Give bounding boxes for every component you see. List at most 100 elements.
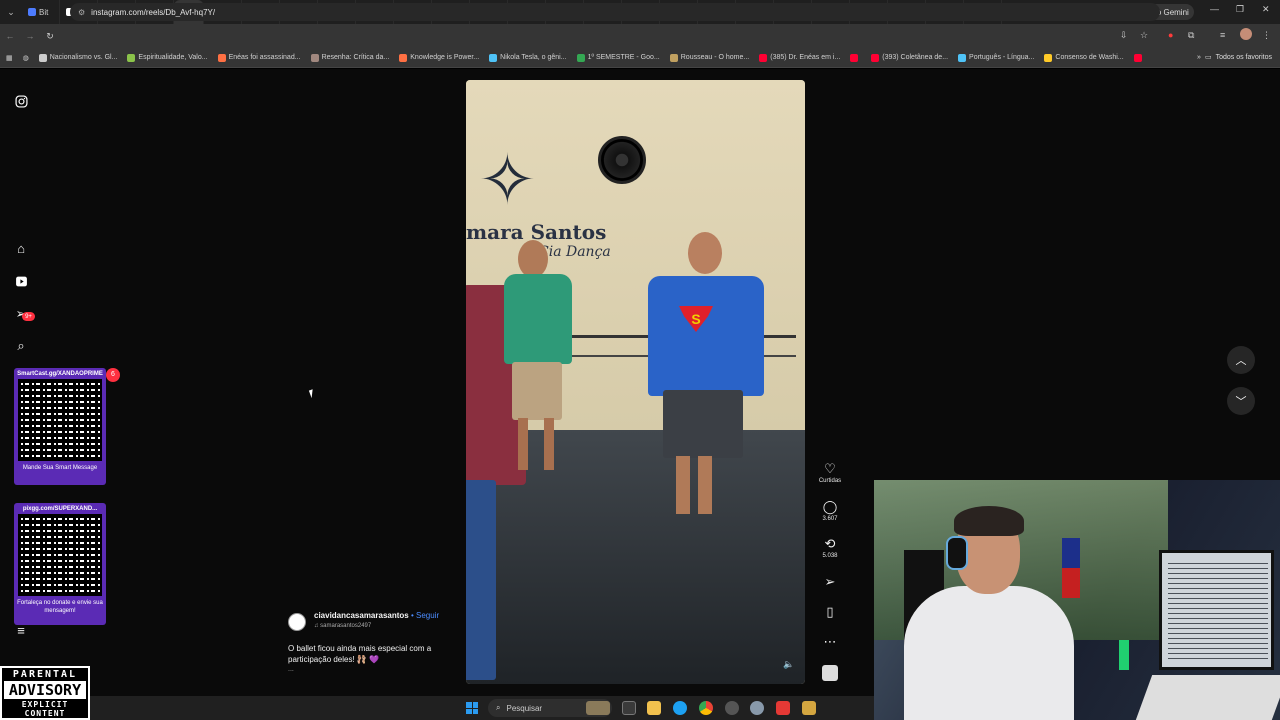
minimize-icon[interactable]: — (1210, 4, 1219, 14)
app-yellow-icon[interactable] (802, 701, 816, 715)
pixgg-qr-overlay: pixgg.com/SUPERXAND... Fortaleça no dona… (14, 503, 106, 625)
parental-advisory-line3: EXPLICIT CONTENT (21, 700, 69, 718)
all-bookmarks-button[interactable]: » ▭ Todos os favoritos (1197, 53, 1272, 62)
obs-icon[interactable] (725, 701, 739, 715)
bookmark-item[interactable]: Espiritualidade, Valo... (127, 53, 208, 62)
profile-avatar[interactable] (1240, 28, 1252, 40)
author-avatar[interactable] (288, 613, 306, 631)
qr1-pill: 6 (106, 368, 120, 382)
comment-icon: ◯ (822, 499, 838, 514)
windows-start-icon[interactable] (466, 702, 478, 714)
person-blue-head (688, 232, 722, 274)
qr-code-image (18, 379, 102, 461)
studio-logo-subtext: Cia Dança (538, 244, 611, 260)
comment-button[interactable]: ◯ 3.607 (812, 499, 848, 523)
url-text: instagram.com/reels/Db_Avf-hq7Y/ (91, 7, 216, 17)
follow-button[interactable]: Seguir (416, 611, 439, 620)
install-app-icon[interactable]: ⇩ (1120, 30, 1128, 41)
reel-video[interactable]: ✧ mara Santos Cia Dança S (466, 80, 805, 684)
bookmark-item[interactable]: Consenso de Washi... (1044, 53, 1124, 62)
author-username[interactable]: ciavidancasamarasantos (314, 611, 409, 620)
reels-icon[interactable] (13, 273, 29, 289)
apps-grid-icon[interactable]: ▦ (6, 54, 13, 62)
restore-icon[interactable]: ❐ (1236, 4, 1244, 15)
bookmarks-bar: ▦ ◍ Nacionalismo vs. Gl... Espiritualidad… (0, 48, 1280, 68)
caption-more[interactable]: ... (288, 666, 294, 673)
mute-icon[interactable]: 🔈 (783, 659, 794, 670)
file-explorer-icon[interactable] (647, 701, 661, 715)
parental-advisory-line1: PARENTAL (12, 669, 78, 680)
like-button[interactable]: ♡ Curtidas (812, 461, 848, 485)
bookmark-item[interactable]: Rousseau - O home... (669, 53, 749, 62)
bookmark-favicon-icon (759, 53, 768, 62)
globe-icon[interactable]: ◍ (23, 54, 29, 62)
save-button[interactable]: ▯ (812, 605, 848, 619)
back-icon[interactable]: ← (0, 31, 20, 41)
bookmark-star-icon[interactable]: ☆ (1140, 30, 1148, 41)
bookmark-label: (393) Coletânea de... (882, 54, 949, 61)
extensions-icon[interactable]: ⧉ (1188, 30, 1194, 41)
reload-icon[interactable]: ↻ (40, 31, 60, 42)
bookmark-item[interactable] (850, 53, 861, 62)
bookmark-item[interactable]: Enéas foi assassinad... (217, 53, 301, 62)
author-line: ciavidancasamarasantos • Seguir (314, 611, 439, 620)
folder-icon: ▭ (1204, 54, 1212, 61)
bookmark-item[interactable]: Nacionalismo vs. Gl... (38, 53, 117, 62)
bookmark-label: (385) Dr. Enéas em i... (770, 54, 841, 61)
screen: ⌄ BitLogSpoPix(✕Sm(10(10Insi(10(10(10You… (0, 0, 1280, 720)
previous-reel-button[interactable]: ︿ (1227, 346, 1255, 374)
media-control-icon[interactable]: ≡ (1220, 30, 1225, 40)
bookmark-label: Português - Língua... (969, 54, 1035, 61)
site-info-icon[interactable]: ⚙ (78, 8, 85, 17)
reposts-count: 5.038 (822, 553, 838, 559)
audio-thumbnail[interactable] (812, 665, 848, 681)
heart-icon: ♡ (824, 461, 836, 476)
home-icon[interactable]: ⌂ (13, 240, 29, 256)
person-blue-shirt (648, 276, 764, 396)
repost-button[interactable]: ⟲ 5.038 (812, 537, 848, 560)
bookmark-item[interactable] (1133, 53, 1145, 62)
person-blue-leg (676, 456, 690, 514)
likes-label: Curtidas (818, 478, 842, 484)
qr1-footer: Mande Sua Smart Message (22, 465, 98, 471)
taskbar-widget-icon[interactable] (586, 701, 610, 715)
streamer-hair (954, 506, 1024, 536)
bookmark-item[interactable]: Nikola Tesla, o gêni... (489, 53, 567, 62)
bookmark-favicon-icon (1044, 53, 1053, 62)
send-icon: ➢ (824, 574, 836, 589)
bookmark-favicon-icon (871, 53, 880, 62)
search-icon[interactable]: ⌕ (13, 338, 29, 354)
next-reel-button[interactable]: ﹀ (1227, 387, 1255, 415)
instagram-logo-icon[interactable] (13, 93, 29, 109)
edge-icon[interactable] (673, 701, 687, 715)
bookmark-favicon-icon (850, 53, 859, 62)
address-bar[interactable]: ⚙ instagram.com/reels/Db_Avf-hq7Y/ (70, 3, 1160, 21)
bookmark-item[interactable]: (393) Coletânea de... (871, 53, 949, 62)
chrome-menu-icon[interactable]: ⋮ (1262, 30, 1271, 41)
smartcast-qr-overlay: SmartCast.gg/XANDAOPRIME Mande Sua Smart… (14, 368, 120, 485)
bookmark-item[interactable]: Resenha: Crítica da... (310, 53, 389, 62)
task-view-icon[interactable] (622, 701, 636, 715)
settings-icon[interactable] (750, 701, 764, 715)
chrome-icon[interactable] (699, 701, 713, 715)
bookmark-item[interactable]: Knowledge is Power... (399, 53, 479, 62)
audio-source[interactable]: ♫ samarasantos2497 (314, 623, 371, 629)
bookmark-favicon-icon (669, 53, 678, 62)
bookmark-item[interactable]: Português - Língua... (958, 53, 1035, 62)
tab-search-chevron-icon[interactable]: ⌄ (0, 7, 22, 18)
bookmark-favicon-icon (310, 53, 319, 62)
close-window-icon[interactable]: ✕ (1262, 4, 1270, 15)
browser-tab[interactable]: Bit (22, 0, 60, 24)
bookmark-favicon-icon (958, 53, 967, 62)
bookmark-item[interactable]: (385) Dr. Enéas em i... (759, 53, 841, 62)
bookmark-favicon-icon (1133, 53, 1142, 62)
follow-separator: • (408, 611, 416, 620)
forward-icon[interactable]: → (20, 31, 40, 41)
tab-title: Bit (39, 7, 49, 17)
share-button[interactable]: ➢ (812, 575, 848, 589)
extension-red-icon[interactable]: ● (1168, 30, 1173, 40)
bookmark-item[interactable]: 1º SEMESTRE - Goo... (576, 53, 660, 62)
wall-fan (598, 136, 646, 184)
app-red-icon[interactable] (776, 701, 790, 715)
more-options-button[interactable]: ⋯ (812, 635, 848, 649)
